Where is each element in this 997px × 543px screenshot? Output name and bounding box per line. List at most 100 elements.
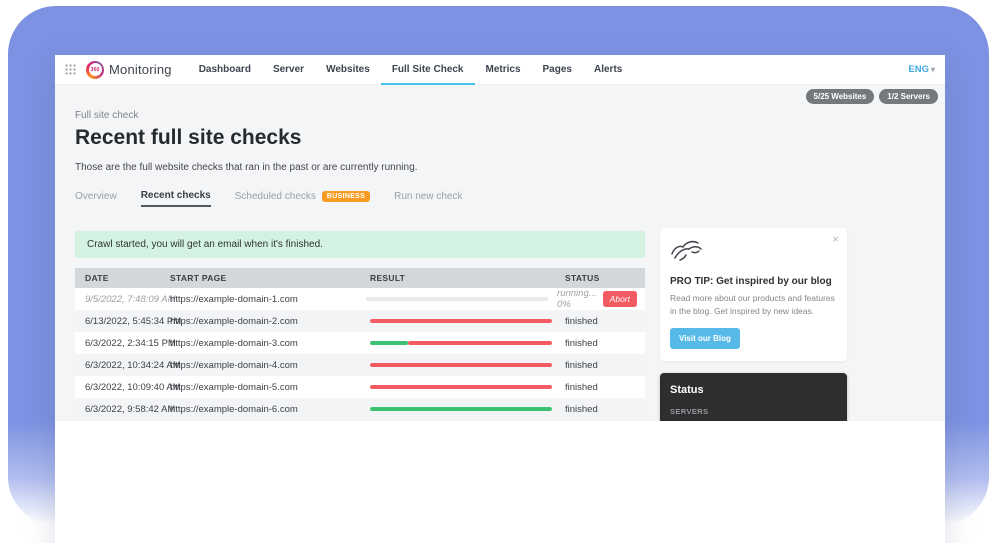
progress-bar <box>366 297 548 301</box>
progress-bar <box>370 341 552 345</box>
table-row-blurred <box>75 420 645 421</box>
top-navbar: 360 Monitoring DashboardServerWebsitesFu… <box>55 55 945 85</box>
visit-blog-button[interactable]: Visit our Blog <box>670 328 740 349</box>
cell-date: 6/3/2022, 9:58:42 AM <box>75 404 170 415</box>
status-text: running... 0% <box>557 288 597 310</box>
progress-bar-red <box>370 385 552 389</box>
cell-date: 6/3/2022, 10:09:40 AM <box>75 382 170 393</box>
tab-label: Overview <box>75 191 117 202</box>
nav-menu: DashboardServerWebsitesFull Site CheckMe… <box>188 55 634 85</box>
checks-table: DATE START PAGE RESULT STATUS 9/5/2022, … <box>75 268 645 421</box>
status-text: finished <box>565 360 598 371</box>
language-selector[interactable]: ENG ▾ <box>908 64 935 75</box>
cell-status: finished <box>565 382 645 393</box>
status-card-title: Status <box>670 384 837 396</box>
cell-start-page: https://example-domain-1.com <box>170 294 366 305</box>
cell-status: finished <box>565 316 645 327</box>
progress-bar <box>370 363 552 367</box>
cell-result <box>370 341 565 345</box>
pro-tip-body: Read more about our products and feature… <box>670 292 837 318</box>
cell-date: 6/3/2022, 2:34:15 PM <box>75 338 170 349</box>
page-description: Those are the full website checks that r… <box>75 162 645 173</box>
nav-item-server[interactable]: Server <box>262 55 315 85</box>
brand-name: Monitoring <box>109 62 172 77</box>
apps-grid-icon[interactable] <box>65 64 76 75</box>
nav-item-websites[interactable]: Websites <box>315 55 381 85</box>
cell-date: 9/5/2022, 7:48:09 AM <box>75 294 170 305</box>
quota-badges: 5/25 Websites 1/2 Servers <box>806 89 938 104</box>
cell-status: finished <box>565 338 645 349</box>
tab-label: Run new check <box>394 191 462 202</box>
cell-date: 6/13/2022, 5:45:34 PM <box>75 316 170 327</box>
page-content: 5/25 Websites 1/2 Servers Full site check… <box>55 85 945 421</box>
logo-360-icon: 360 <box>86 61 104 79</box>
app-window: 360 Monitoring DashboardServerWebsitesFu… <box>55 55 945 543</box>
tab-bar: Overview Recent checks Scheduled checks … <box>75 190 645 207</box>
column-header-page: START PAGE <box>170 273 370 283</box>
cell-status: finished <box>565 404 645 415</box>
progress-bar-red <box>408 341 552 345</box>
nav-item-pages[interactable]: Pages <box>532 55 583 85</box>
cell-start-page: https://example-domain-4.com <box>170 360 370 371</box>
cell-result <box>370 363 565 367</box>
table-body: 9/5/2022, 7:48:09 AM https://example-dom… <box>75 288 645 420</box>
status-section-servers: SERVERS 0 open alert(s) 0 servers down <box>670 407 837 421</box>
progress-bar-green <box>370 407 552 411</box>
cell-start-page: https://example-domain-5.com <box>170 382 370 393</box>
table-row[interactable]: 6/3/2022, 2:34:15 PM https://example-dom… <box>75 332 645 354</box>
quota-badge-5-25-websites: 5/25 Websites <box>806 89 875 104</box>
progress-bar <box>370 319 552 323</box>
success-banner: Crawl started, you will get an email whe… <box>75 231 645 258</box>
status-text: finished <box>565 338 598 349</box>
nav-item-full-site-check[interactable]: Full Site Check <box>381 55 475 85</box>
table-header: DATE START PAGE RESULT STATUS <box>75 268 645 288</box>
close-icon[interactable]: × <box>832 232 839 246</box>
business-badge: BUSINESS <box>322 191 370 202</box>
cell-start-page: https://example-domain-3.com <box>170 338 370 349</box>
progress-bar-green <box>370 341 408 345</box>
table-row[interactable]: 6/3/2022, 10:34:24 AM https://example-do… <box>75 354 645 376</box>
quota-badge-1-2-servers: 1/2 Servers <box>879 89 938 104</box>
progress-bar <box>370 385 552 389</box>
handshake-doodle-icon <box>670 250 704 267</box>
cell-start-page: https://example-domain-6.com <box>170 404 370 415</box>
chevron-down-icon: ▾ <box>931 65 935 74</box>
status-card: Status SERVERS 0 open alert(s) 0 servers… <box>660 373 847 421</box>
brand-logo[interactable]: 360 Monitoring <box>86 61 172 79</box>
tab-label: Recent checks <box>141 190 211 201</box>
abort-button[interactable]: Abort <box>603 291 637 307</box>
nav-item-dashboard[interactable]: Dashboard <box>188 55 262 85</box>
cell-result <box>370 385 565 389</box>
cell-status: running... 0% Abort <box>557 288 645 310</box>
status-text: finished <box>565 382 598 393</box>
tab-recent-checks[interactable]: Recent checks <box>141 190 211 207</box>
tab-label: Scheduled checks <box>235 191 316 202</box>
tab-run-new-check[interactable]: Run new check <box>394 191 462 206</box>
language-label: ENG <box>908 64 929 75</box>
tab-overview[interactable]: Overview <box>75 191 117 206</box>
table-row[interactable]: 6/3/2022, 10:09:40 AM https://example-do… <box>75 376 645 398</box>
nav-item-alerts[interactable]: Alerts <box>583 55 633 85</box>
table-row[interactable]: 9/5/2022, 7:48:09 AM https://example-dom… <box>75 288 645 310</box>
cell-status: finished <box>565 360 645 371</box>
cell-result <box>370 319 565 323</box>
column-header-status: STATUS <box>565 273 645 283</box>
status-text: finished <box>565 316 598 327</box>
table-row[interactable]: 6/13/2022, 5:45:34 PM https://example-do… <box>75 310 645 332</box>
nav-item-metrics[interactable]: Metrics <box>475 55 532 85</box>
pro-tip-card: × PRO TIP: Get inspired by our blog Read… <box>660 228 847 361</box>
progress-bar-red <box>370 319 552 323</box>
breadcrumb: Full site check <box>75 110 645 121</box>
page-title: Recent full site checks <box>75 126 645 150</box>
cell-start-page: https://example-domain-2.com <box>170 316 370 327</box>
column-header-date: DATE <box>75 273 170 283</box>
cell-result <box>366 297 557 301</box>
cell-date: 6/3/2022, 10:34:24 AM <box>75 360 170 371</box>
pro-tip-title: PRO TIP: Get inspired by our blog <box>670 276 837 287</box>
side-column: × PRO TIP: Get inspired by our blog Read… <box>660 228 847 421</box>
progress-bar <box>370 407 552 411</box>
tab-scheduled-checks[interactable]: Scheduled checks BUSINESS <box>235 191 370 206</box>
table-row[interactable]: 6/3/2022, 9:58:42 AM https://example-dom… <box>75 398 645 420</box>
status-section-label: SERVERS <box>670 407 837 416</box>
status-sections: SERVERS 0 open alert(s) 0 servers down W… <box>670 407 837 421</box>
